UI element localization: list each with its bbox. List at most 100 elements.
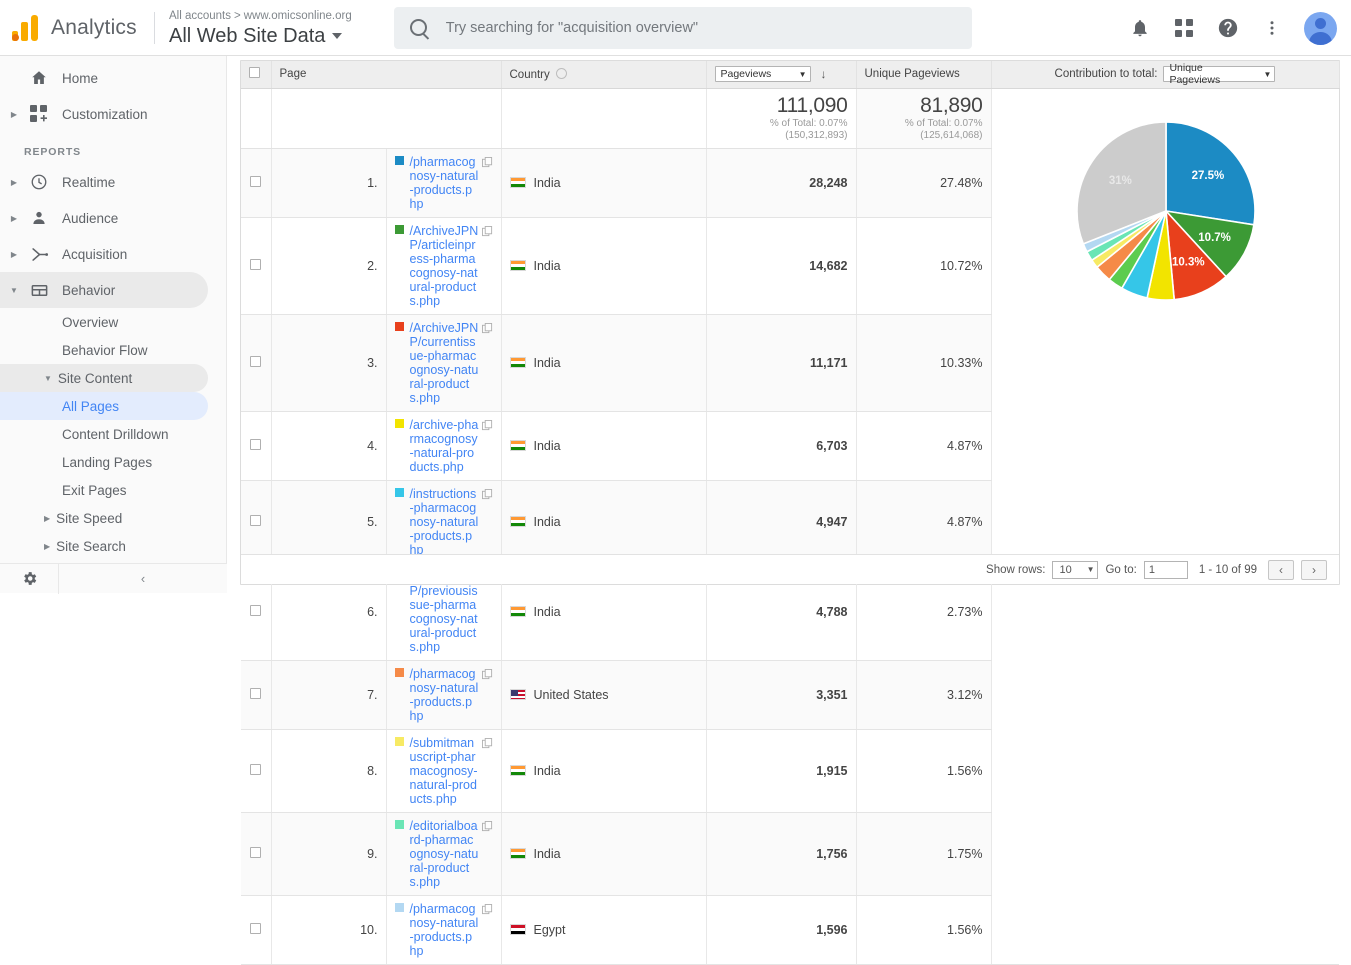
row-checkbox[interactable] — [250, 438, 262, 450]
sidebar-subitem-exit-pages[interactable]: Exit Pages — [0, 476, 208, 504]
row-checkbox[interactable] — [250, 763, 262, 775]
show-rows-select[interactable]: 10 ▼ — [1052, 560, 1099, 579]
open-in-new-icon[interactable] — [481, 225, 493, 237]
contribution-pie-chart[interactable]: 27.5% 10.7% 10.3% 31% — [1044, 93, 1288, 333]
sidebar-subitem-overview[interactable]: Overview — [0, 308, 208, 336]
sidebar-subitem-site-search[interactable]: ▶ Site Search — [0, 532, 208, 560]
sidebar-subitem-behavior-flow[interactable]: Behavior Flow — [0, 336, 208, 364]
sidebar-subitem-site-speed[interactable]: ▶ Site Speed — [0, 504, 208, 532]
row-page-cell[interactable]: /pharmacognosy-natural-products.php — [386, 895, 502, 965]
open-in-new-icon[interactable] — [481, 668, 493, 680]
chevron-right-icon[interactable]: ▶ — [44, 542, 50, 551]
row-page-cell[interactable]: /pharmacognosy-natural-products.php — [386, 660, 502, 730]
row-page-cell[interactable]: /editorialboard-pharmacognosy-natural-pr… — [386, 812, 502, 896]
search-input[interactable]: Try searching for "acquisition overview" — [393, 6, 972, 49]
sidebar-subitem-site-content[interactable]: ▼ Site Content — [0, 364, 208, 392]
chevron-down-icon[interactable]: ▼ — [44, 374, 52, 383]
chevron-right-icon[interactable]: ▶ — [4, 250, 24, 259]
chevron-right-icon[interactable]: ▶ — [4, 178, 24, 187]
pageviews-metric-select[interactable]: Pageviews ▼ — [714, 66, 811, 83]
account-selector[interactable]: All accounts > www.omicsonline.org All Web… — [169, 7, 352, 49]
page-link[interactable]: /archive-pharmacognosy-natural-products.… — [410, 418, 479, 474]
row-page-cell[interactable]: /instructions-pharmacognosy-natural-prod… — [386, 480, 502, 564]
row-checkbox-cell[interactable] — [241, 480, 272, 564]
chevron-right-icon[interactable]: ▶ — [44, 514, 50, 523]
page-link[interactable]: /pharmacognosy-natural-products.php — [410, 902, 479, 958]
contribution-metric-select[interactable]: Unique Pageviews ▼ — [1163, 62, 1276, 86]
chevron-right-icon[interactable]: ▶ — [4, 110, 24, 119]
page-link[interactable]: /pharmacognosy-natural-products.php — [410, 155, 479, 211]
row-page-cell[interactable]: /ArchiveJPNP/articleinpress-pharmacognos… — [386, 217, 502, 315]
chevron-down-icon[interactable]: ▼ — [4, 286, 24, 295]
avatar[interactable] — [1304, 11, 1337, 45]
row-page-cell[interactable]: /archive-pharmacognosy-natural-products.… — [386, 411, 502, 481]
sidebar-item-behavior[interactable]: ▼ Behavior — [0, 272, 208, 308]
open-in-new-icon[interactable] — [481, 322, 493, 334]
sort-descending-icon[interactable]: ↓ — [821, 67, 827, 81]
page-link[interactable]: /ArchiveJPNP/currentissue-pharmacognosy-… — [410, 321, 479, 405]
sidebar-item-realtime[interactable]: ▶ Realtime — [0, 164, 208, 200]
row-checkbox[interactable] — [250, 514, 262, 526]
row-checkbox-cell[interactable] — [241, 895, 272, 965]
open-in-new-icon[interactable] — [481, 488, 493, 500]
info-icon[interactable] — [555, 67, 567, 79]
column-header-country[interactable]: Country — [501, 61, 707, 89]
row-checkbox[interactable] — [250, 922, 262, 934]
sidebar-item-acquisition[interactable]: ▶ Acquisition — [0, 236, 208, 272]
open-in-new-icon[interactable] — [481, 903, 493, 915]
page-link[interactable]: /submitmanuscript-pharmacognosy-natural-… — [410, 736, 479, 806]
column-header-pageviews[interactable]: Pageviews ▼ ↓ — [706, 61, 857, 89]
row-checkbox-cell[interactable] — [241, 217, 272, 315]
sidebar-item-home[interactable]: Home — [0, 60, 208, 96]
open-in-new-icon[interactable] — [481, 419, 493, 431]
open-in-new-icon[interactable] — [481, 820, 493, 832]
open-in-new-icon[interactable] — [481, 737, 493, 749]
select-all-header[interactable] — [241, 61, 272, 89]
page-link[interactable]: /editorialboard-pharmacognosy-natural-pr… — [410, 819, 479, 889]
sidebar-subitem-landing-pages[interactable]: Landing Pages — [0, 448, 208, 476]
view-name[interactable]: All Web Site Data — [169, 23, 325, 49]
sidebar-subitem-content-drilldown[interactable]: Content Drilldown — [0, 420, 208, 448]
row-checkbox[interactable] — [250, 175, 262, 187]
show-rows-value: 10 — [1059, 563, 1072, 576]
column-header-page[interactable]: Page — [271, 61, 502, 89]
row-checkbox-cell[interactable] — [241, 812, 272, 896]
row-page-cell[interactable]: /ArchiveJPNP/currentissue-pharmacognosy-… — [386, 314, 502, 412]
page-link[interactable]: /ArchiveJPNP/articleinpress-pharmacognos… — [410, 224, 479, 308]
more-vert-icon[interactable] — [1260, 16, 1284, 40]
prev-page-button[interactable]: ‹ — [1268, 559, 1294, 580]
collapse-chevron-icon[interactable]: ‹ — [59, 571, 227, 586]
row-checkbox[interactable] — [250, 258, 262, 270]
sidebar-subitem-all-pages[interactable]: All Pages — [0, 392, 208, 420]
row-checkbox[interactable] — [250, 687, 262, 699]
chevron-right-icon[interactable]: ▶ — [4, 214, 24, 223]
notifications-bell-icon[interactable] — [1128, 16, 1152, 40]
sidebar-item-audience[interactable]: ▶ Audience — [0, 200, 208, 236]
row-checkbox[interactable] — [250, 355, 262, 367]
page-link[interactable]: /instructions-pharmacognosy-natural-prod… — [410, 487, 479, 557]
help-icon[interactable] — [1216, 16, 1240, 40]
breadcrumb-account[interactable]: All accounts — [169, 10, 231, 22]
next-page-button[interactable]: › — [1301, 559, 1327, 580]
pie-slice-label: 27.5% — [1191, 170, 1224, 182]
row-checkbox-cell[interactable] — [241, 148, 272, 218]
row-checkbox[interactable] — [250, 846, 262, 858]
analytics-brand[interactable]: Analytics — [0, 14, 150, 41]
go-to-input[interactable]: 1 — [1143, 560, 1188, 579]
gear-icon[interactable] — [0, 563, 59, 594]
apps-grid-icon[interactable] — [1172, 16, 1196, 40]
column-header-unique-pageviews[interactable]: Unique Pageviews — [856, 61, 992, 89]
page-link[interactable]: /pharmacognosy-natural-products.php — [410, 667, 479, 723]
row-checkbox-cell[interactable] — [241, 660, 272, 730]
open-in-new-icon[interactable] — [481, 156, 493, 168]
row-checkbox-cell[interactable] — [241, 411, 272, 481]
row-checkbox-cell[interactable] — [241, 314, 272, 412]
row-checkbox-cell[interactable] — [241, 729, 272, 813]
row-page-cell[interactable]: /submitmanuscript-pharmacognosy-natural-… — [386, 729, 502, 813]
chevron-down-icon[interactable] — [332, 32, 343, 39]
row-checkbox[interactable] — [250, 604, 262, 616]
breadcrumb-property[interactable]: www.omicsonline.org — [244, 10, 352, 22]
select-all-checkbox[interactable] — [249, 67, 260, 79]
sidebar-item-customization[interactable]: ▶ Customization — [0, 96, 208, 132]
row-page-cell[interactable]: /pharmacognosy-natural-products.php — [386, 148, 502, 218]
